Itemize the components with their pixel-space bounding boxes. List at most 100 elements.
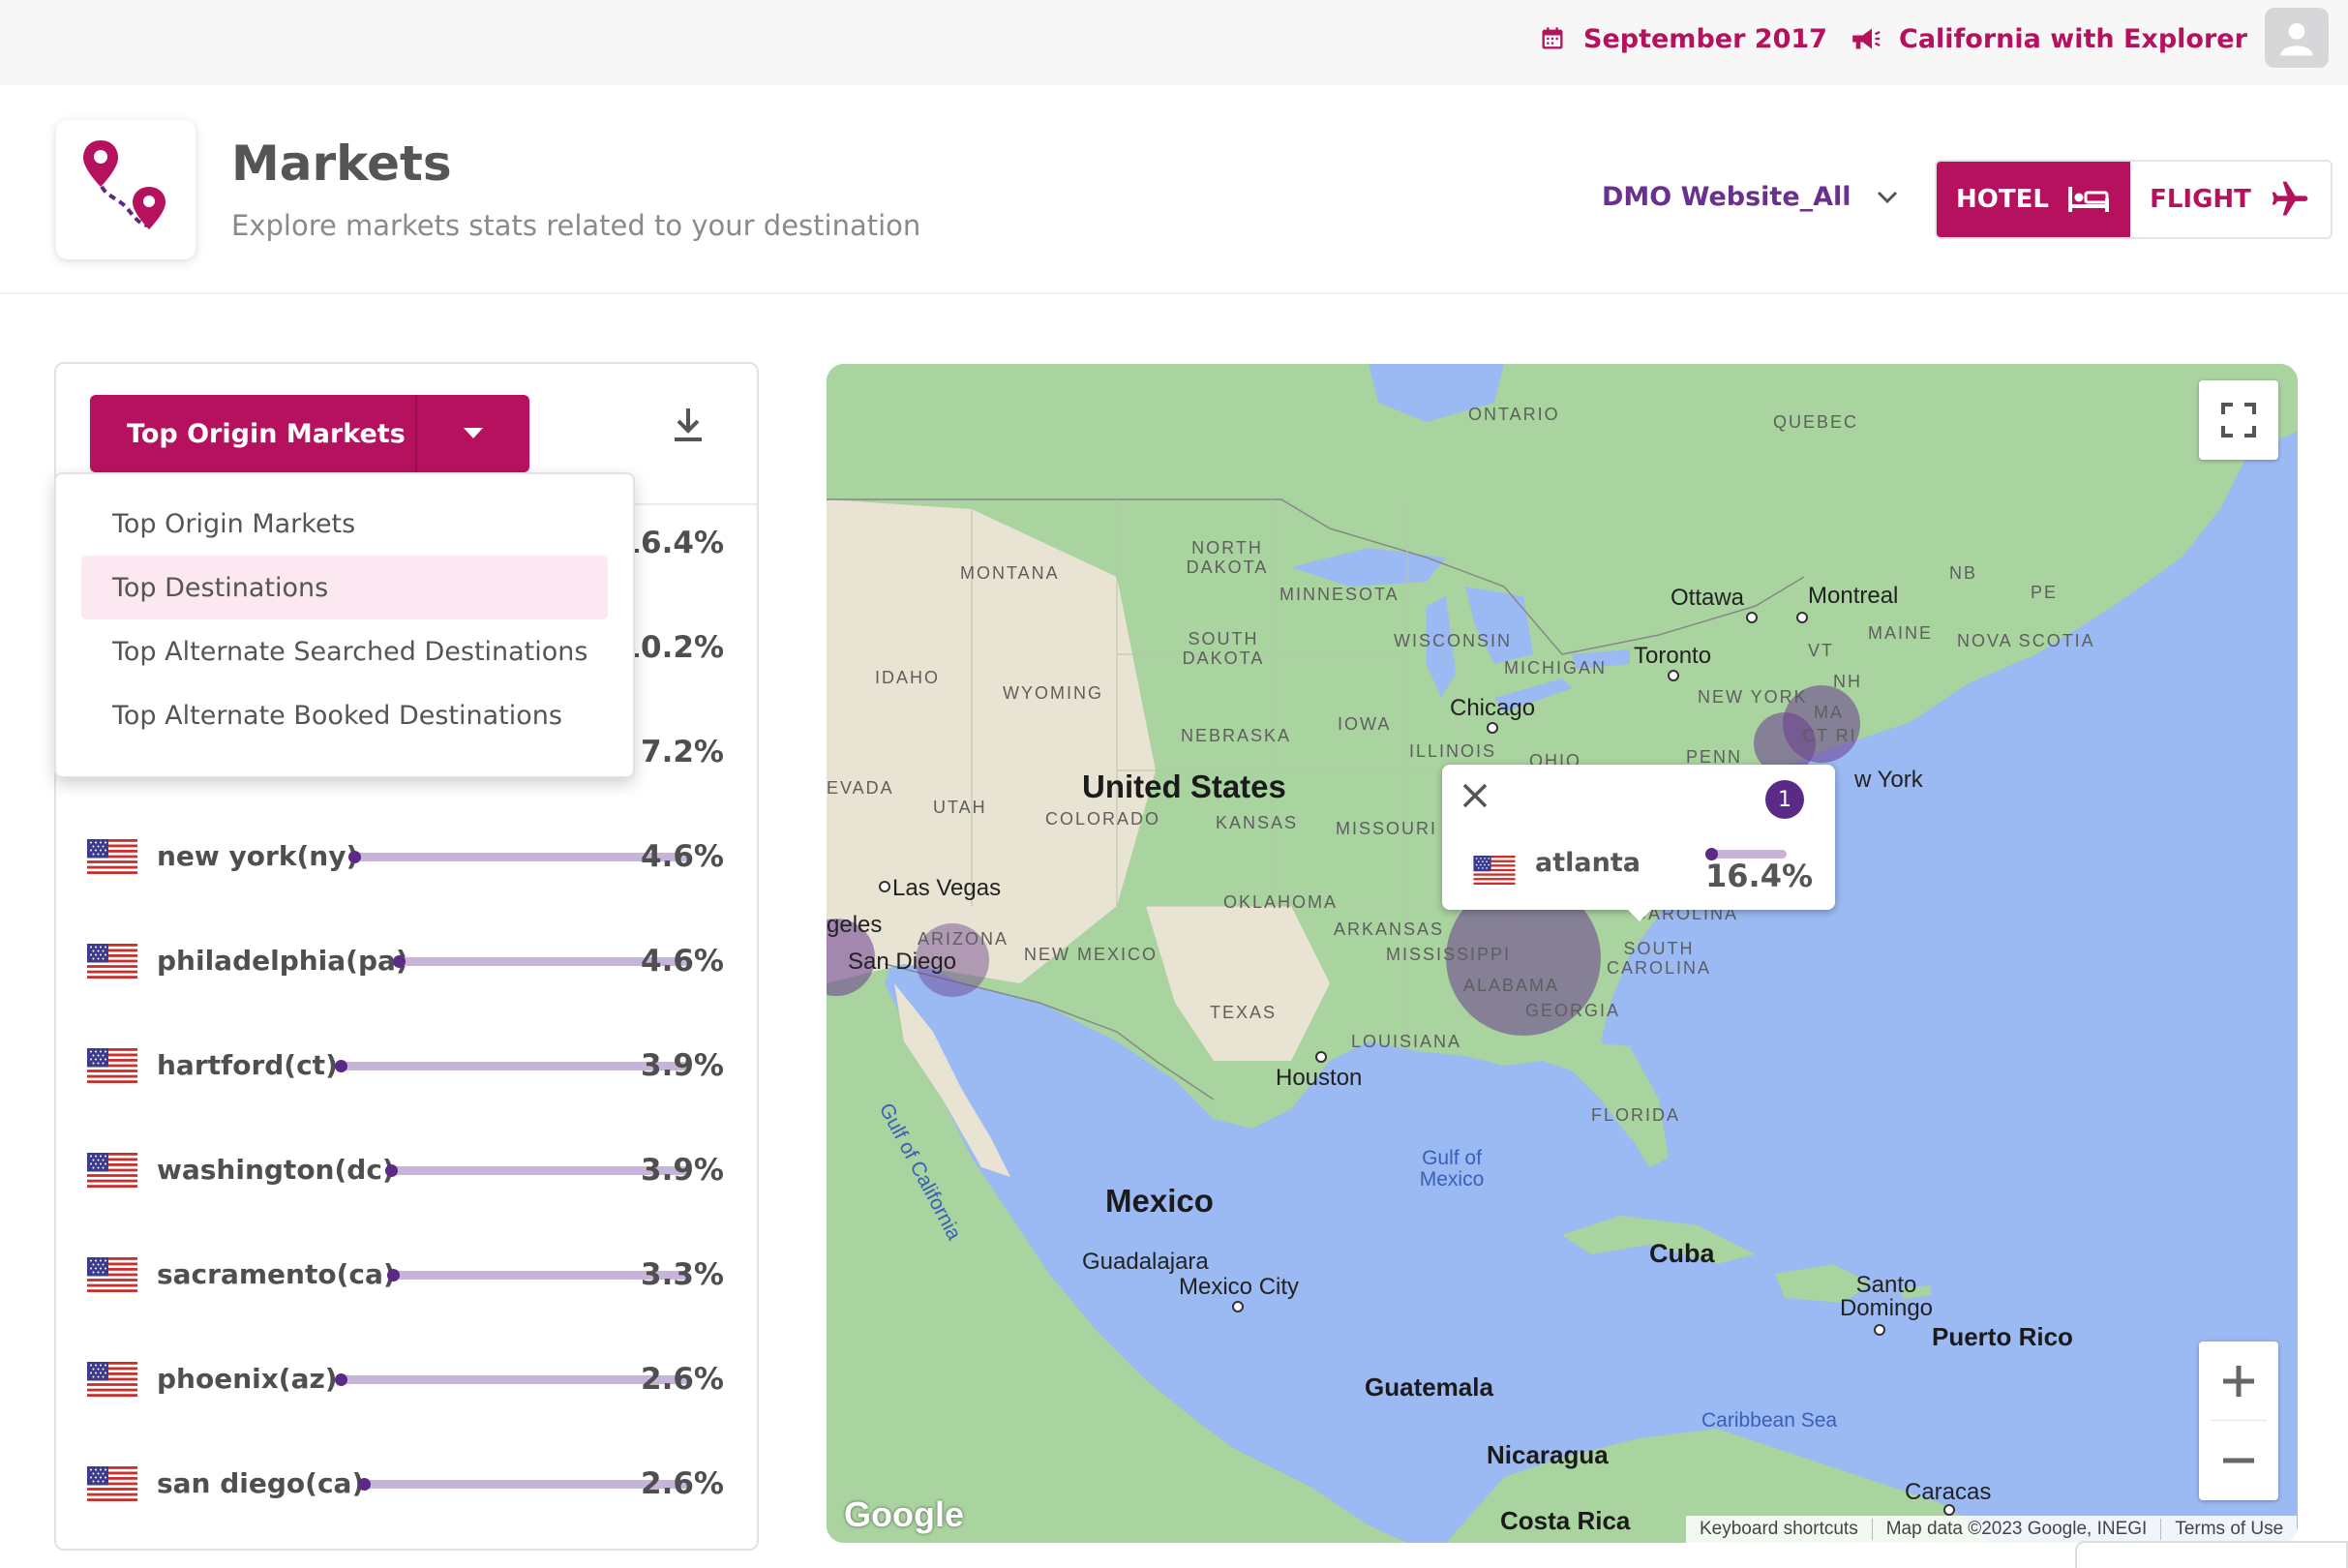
map-label: KANSAS xyxy=(1216,813,1299,832)
campaign-selector[interactable]: California with Explorer xyxy=(1849,0,2247,77)
top-bar: September 2017 California with Explorer xyxy=(0,0,2348,85)
map-label: Mexico xyxy=(1105,1183,1214,1219)
market-share-knob xyxy=(387,1269,400,1282)
map-label: MISSOURI xyxy=(1336,819,1438,838)
close-icon xyxy=(1462,783,1488,808)
market-row[interactable]: sacramento(ca) 3.3% xyxy=(56,1241,757,1309)
market-type-button[interactable]: Top Origin Markets xyxy=(90,395,417,472)
market-row[interactable]: san diego(ca) 2.6% xyxy=(56,1450,757,1518)
map-label: Cuba xyxy=(1649,1239,1715,1268)
market-info-popup: 1 atlanta 16.4% xyxy=(1442,765,1835,921)
market-row[interactable]: philadelphia(pa) 4.6% xyxy=(56,927,757,995)
map-attribution: Keyboard shortcuts Map data ©2023 Google… xyxy=(1686,1516,2298,1543)
menu-item-top-origin-markets[interactable]: Top Origin Markets xyxy=(81,492,608,556)
user-avatar-icon xyxy=(2280,23,2313,56)
market-row[interactable]: washington(dc) 3.9% xyxy=(56,1136,757,1204)
market-share-knob xyxy=(335,1373,347,1386)
minus-icon xyxy=(2223,1458,2254,1463)
flight-toggle-button[interactable]: FLIGHT xyxy=(2130,162,2331,237)
map-label: NEW YORK xyxy=(1698,687,1808,707)
terms-of-use-link[interactable]: Terms of Use xyxy=(2161,1519,2297,1540)
map-label: NEW MEXICO xyxy=(1024,945,1159,964)
map-label: ILLINOIS xyxy=(1409,741,1497,761)
campaign-label: California with Explorer xyxy=(1899,23,2247,54)
map-label: Guadalajara xyxy=(1082,1249,1209,1275)
map-fullscreen-button[interactable] xyxy=(2199,380,2278,460)
markets-map[interactable]: ONTARIO QUEBEC MONTANA NORTH DAKOTA MINN… xyxy=(827,364,2298,1543)
market-name: san diego(ca) xyxy=(157,1467,365,1499)
popup-close-button[interactable] xyxy=(1458,778,1492,813)
map-label: MINNESOTA xyxy=(1279,585,1400,604)
menu-item-top-alternate-searched[interactable]: Top Alternate Searched Destinations xyxy=(81,619,608,683)
travel-type-toggle: HOTEL FLIGHT xyxy=(1935,160,2333,239)
map-label: WYOMING xyxy=(1003,683,1103,703)
market-type-selector: Top Origin Markets xyxy=(90,395,529,472)
zoom-in-button[interactable] xyxy=(2199,1342,2278,1421)
data-source-select[interactable]: DMO Website_All xyxy=(1602,182,1898,212)
map-label: GEORGIA xyxy=(1525,1001,1621,1020)
map-label: ARKANSAS xyxy=(1334,920,1445,939)
map-label: IOWA xyxy=(1338,714,1392,734)
map-label: MISSISSIPPI xyxy=(1386,945,1512,964)
map-label: NH xyxy=(1833,672,1862,691)
market-row[interactable]: new york(ny) 4.6% xyxy=(56,823,757,890)
map-label: Houston xyxy=(1276,1065,1363,1091)
map-label: Costa Rica xyxy=(1500,1506,1631,1535)
us-flag-icon xyxy=(87,1153,137,1188)
map-label: LOUISIANA xyxy=(1351,1032,1462,1051)
map-label: MA xyxy=(1814,703,1844,722)
us-flag-icon xyxy=(87,839,137,874)
download-button[interactable] xyxy=(664,401,712,449)
map-label: Ottawa xyxy=(1671,585,1745,611)
megaphone-icon xyxy=(1852,28,1881,49)
hotel-label: HOTEL xyxy=(1956,185,2049,214)
market-type-menu: Top Origin Markets Top Destinations Top … xyxy=(54,472,635,778)
market-name: philadelphia(pa) xyxy=(157,945,408,977)
map-label: United States xyxy=(1082,769,1286,804)
zoom-out-button[interactable] xyxy=(2199,1421,2278,1500)
market-percent: 16.4% xyxy=(619,526,724,560)
keyboard-shortcuts-link[interactable]: Keyboard shortcuts xyxy=(1686,1519,1873,1540)
map-label: WISCONSIN xyxy=(1394,631,1513,650)
markets-logo xyxy=(56,120,196,259)
map-label: Puerto Rico xyxy=(1932,1322,2073,1351)
map-label: ALABAMA xyxy=(1463,976,1560,995)
data-source-label: DMO Website_All xyxy=(1602,182,1851,212)
map-label: ONTARIO xyxy=(1468,405,1560,424)
map-label: FLORIDA xyxy=(1591,1105,1681,1125)
map-label: MONTANA xyxy=(960,563,1060,583)
map-label: geles xyxy=(827,912,883,938)
menu-item-top-alternate-booked[interactable]: Top Alternate Booked Destinations xyxy=(81,683,608,747)
market-name: washington(dc) xyxy=(157,1154,395,1186)
map-label: Mexico City xyxy=(1179,1274,1300,1300)
market-percent: 4.6% xyxy=(641,839,724,874)
us-flag-icon xyxy=(87,944,137,979)
map-label: Nicaragua xyxy=(1487,1440,1609,1469)
market-name: new york(ny) xyxy=(157,840,359,872)
map-label: VT xyxy=(1808,641,1835,660)
market-name: phoenix(az) xyxy=(157,1363,338,1395)
map-label: MICHIGAN xyxy=(1504,658,1607,678)
user-avatar[interactable] xyxy=(2265,8,2329,68)
market-share-bar xyxy=(335,1060,689,1072)
download-icon xyxy=(675,408,702,441)
market-row[interactable]: hartford(ct) 3.9% xyxy=(56,1032,757,1100)
map-label: Santo Domingo xyxy=(1839,1272,1934,1321)
map-label: EVADA xyxy=(827,778,894,798)
map-label: Gulf of Mexico xyxy=(1419,1147,1485,1191)
plus-icon xyxy=(2223,1366,2254,1397)
language-chip-partial[interactable] xyxy=(2075,1541,2348,1568)
map-label: Caracas xyxy=(1905,1479,1992,1505)
hotel-toggle-button[interactable]: HOTEL xyxy=(1937,162,2130,237)
market-percent: 2.6% xyxy=(641,1362,724,1397)
popup-rank-badge: 1 xyxy=(1765,780,1804,819)
date-selector[interactable]: September 2017 xyxy=(1539,0,1827,77)
market-share-knob xyxy=(385,1164,398,1177)
map-label: Caribbean Sea xyxy=(1701,1409,1838,1432)
map-label: Chicago xyxy=(1450,695,1536,721)
market-type-dropdown-toggle[interactable] xyxy=(417,395,529,472)
market-row[interactable]: phoenix(az) 2.6% xyxy=(56,1345,757,1413)
market-name: sacramento(ca) xyxy=(157,1258,396,1290)
google-logo: Google xyxy=(844,1494,964,1534)
menu-item-top-destinations[interactable]: Top Destinations xyxy=(81,556,608,619)
